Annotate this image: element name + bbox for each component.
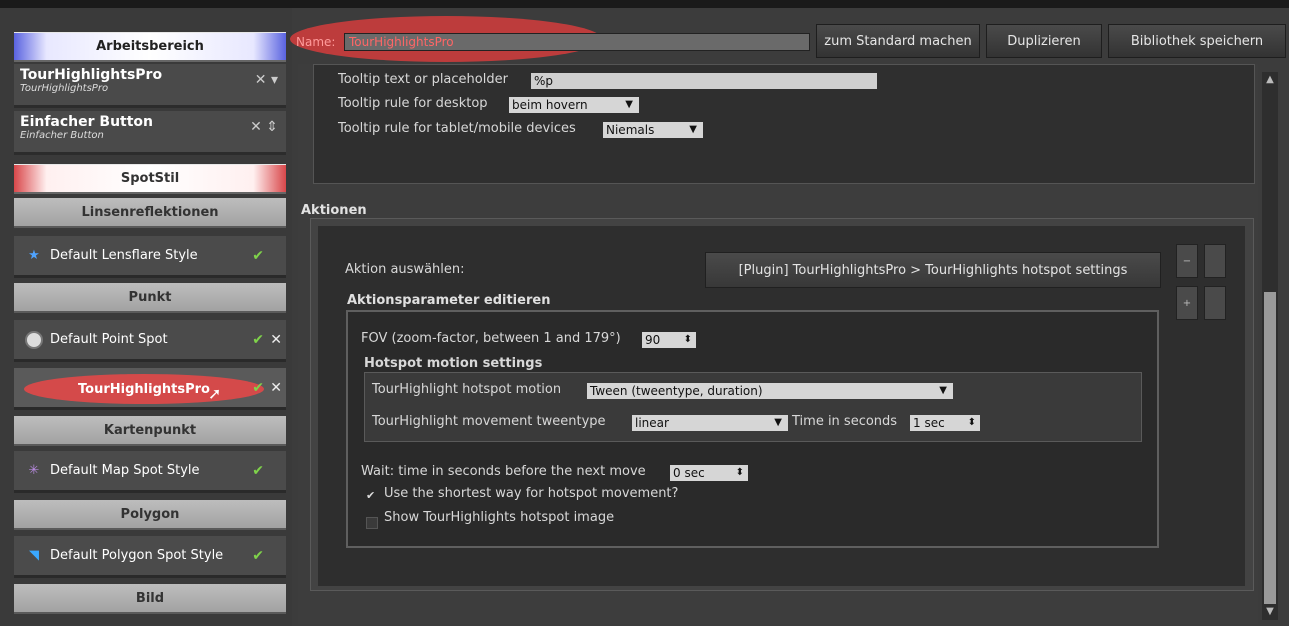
- point-circle-icon: [22, 330, 46, 349]
- tooltip-text-label: Tooltip text or placeholder: [338, 72, 508, 87]
- tooltip-desktop-select[interactable]: beim hovern ▼: [509, 97, 639, 113]
- delete-icon[interactable]: ✕: [270, 332, 282, 348]
- tooltip-text-input[interactable]: %p: [531, 73, 877, 89]
- mouse-cursor-icon: ➚: [208, 384, 222, 403]
- polygon-triangle-icon: ◥: [29, 548, 39, 563]
- remove-reorder-icon[interactable]: ✕ ⇕: [250, 119, 278, 135]
- spinner-value: 90: [645, 333, 661, 347]
- style-item-lensflare[interactable]: ★ Default Lensflare Style ✔: [14, 236, 286, 278]
- add-action-button[interactable]: +: [1176, 286, 1198, 320]
- action-select-button[interactable]: [Plugin] TourHighlightsPro > TourHighlig…: [705, 252, 1161, 288]
- spinner-arrows-icon: ⬍: [735, 467, 744, 478]
- motion-select[interactable]: Tween (tweentype, duration) ▼: [587, 383, 953, 399]
- section-label: Kartenpunkt: [103, 422, 197, 438]
- style-label: TourHighlightsPro: [78, 381, 210, 397]
- vertical-scrollbar[interactable]: ▲ ▼: [1262, 72, 1278, 620]
- scrollbar-thumb[interactable]: [1264, 292, 1276, 604]
- style-label: Default Lensflare Style: [50, 248, 198, 263]
- save-library-button[interactable]: Bibliothek speichern: [1108, 24, 1286, 58]
- remove-collapse-icon[interactable]: ✕ ▾: [255, 72, 278, 88]
- wait-spinner[interactable]: 0 sec ⬍: [670, 465, 748, 481]
- params-title: Aktionsparameter editieren: [347, 293, 551, 308]
- select-value: linear: [635, 416, 669, 430]
- motion-title: Hotspot motion settings: [364, 356, 543, 371]
- select-value: Tween (tweentype, duration): [590, 384, 763, 398]
- dropdown-arrow-icon: ▼: [939, 385, 947, 396]
- wait-label: Wait: time in seconds before the next mo…: [361, 464, 646, 479]
- time-spinner[interactable]: 1 sec ⬍: [910, 415, 980, 431]
- tween-select[interactable]: linear ▼: [632, 415, 788, 431]
- fov-label: FOV (zoom-factor, between 1 and 179°): [361, 331, 621, 346]
- active-style-highlight: TourHighlightsPro: [24, 374, 264, 404]
- section-point[interactable]: Punkt: [14, 283, 286, 313]
- dropdown-arrow-icon: ▼: [625, 99, 633, 110]
- style-label: Default Point Spot: [50, 332, 168, 347]
- spot-style-button[interactable]: SpotStil: [14, 164, 286, 194]
- library-item-tourhighlightspro[interactable]: TourHighlightsPro TourHighlightsPro ✕ ▾: [14, 64, 286, 108]
- section-label: Polygon: [120, 506, 180, 522]
- section-lensflare[interactable]: Linsenreflektionen: [14, 198, 286, 228]
- section-label: Punkt: [128, 289, 172, 305]
- library-title: Einfacher Button: [20, 114, 154, 130]
- library-title: TourHighlightsPro: [20, 67, 163, 83]
- spinner-value: 0 sec: [673, 466, 705, 480]
- spinner-arrows-icon: ⬍: [967, 417, 976, 428]
- section-label: Bild: [135, 590, 165, 606]
- workspace-button[interactable]: Arbeitsbereich: [14, 32, 286, 62]
- library-subtitle: Einfacher Button: [20, 130, 104, 141]
- window-top-edge: [0, 0, 1289, 8]
- shortest-way-checkbox[interactable]: ✔: [366, 490, 376, 501]
- style-label: Default Map Spot Style: [50, 463, 200, 478]
- action-select-label: Aktion auswählen:: [345, 262, 465, 277]
- motion-label: TourHighlight hotspot motion: [372, 382, 562, 397]
- dropdown-arrow-icon: ▼: [774, 417, 782, 428]
- style-item-polygon[interactable]: ◥ Default Polygon Spot Style ✔: [14, 536, 286, 578]
- name-label: Name:: [296, 35, 336, 49]
- select-value: Niemals: [606, 123, 655, 137]
- check-icon: ✔: [252, 462, 264, 479]
- fov-spinner[interactable]: 90 ⬍: [642, 332, 696, 348]
- delete-icon[interactable]: ✕: [270, 380, 282, 396]
- sparkle-icon: ✳: [28, 463, 40, 478]
- style-label: Default Polygon Spot Style: [50, 548, 224, 563]
- remove-action-button[interactable]: −: [1176, 244, 1198, 278]
- spinner-value: 1 sec: [913, 416, 945, 430]
- star-icon: ★: [28, 248, 40, 263]
- check-icon: ✔: [252, 380, 264, 396]
- section-label: Linsenreflektionen: [81, 204, 219, 220]
- library-item-einfacher-button[interactable]: Einfacher Button Einfacher Button ✕ ⇕: [14, 111, 286, 155]
- check-icon: ✔: [252, 247, 264, 264]
- action-slot-button[interactable]: [1204, 244, 1226, 278]
- action-slot-button-2[interactable]: [1204, 286, 1226, 320]
- section-mappoint[interactable]: Kartenpunkt: [14, 416, 286, 446]
- section-image[interactable]: Bild: [14, 584, 286, 614]
- tooltip-desktop-label: Tooltip rule for desktop: [338, 96, 488, 111]
- check-icon: ✔: [252, 547, 264, 564]
- library-subtitle: TourHighlightsPro: [20, 83, 109, 94]
- spot-style-label: SpotStil: [120, 171, 180, 186]
- style-item-point[interactable]: Default Point Spot ✔ ✕: [14, 320, 286, 362]
- spinner-arrows-icon: ⬍: [683, 334, 692, 345]
- workspace-label: Arbeitsbereich: [96, 39, 204, 54]
- duplicate-button[interactable]: Duplizieren: [986, 24, 1102, 58]
- time-label: Time in seconds: [792, 414, 898, 429]
- actions-title: Aktionen: [301, 203, 367, 218]
- make-default-button[interactable]: zum Standard machen: [816, 24, 980, 58]
- tooltip-mobile-label: Tooltip rule for tablet/mobile devices: [338, 121, 576, 136]
- shortest-way-label: Use the shortest way for hotspot movemen…: [384, 486, 679, 501]
- show-image-label: Show TourHighlights hotspot image: [384, 510, 615, 525]
- style-item-active[interactable]: TourHighlightsPro ➚ ✔ ✕: [14, 368, 286, 410]
- name-input[interactable]: TourHighlightsPro: [344, 33, 810, 51]
- select-value: beim hovern: [512, 98, 588, 112]
- section-polygon[interactable]: Polygon: [14, 500, 286, 530]
- scroll-down-icon[interactable]: ▼: [1262, 604, 1278, 620]
- sidebar: Arbeitsbereich TourHighlightsPro TourHig…: [0, 8, 292, 626]
- show-image-checkbox[interactable]: [366, 517, 378, 529]
- tooltip-mobile-select[interactable]: Niemals ▼: [603, 122, 703, 138]
- check-icon: ✔: [252, 331, 264, 348]
- dropdown-arrow-icon: ▼: [689, 124, 697, 135]
- scroll-up-icon[interactable]: ▲: [1262, 72, 1278, 88]
- tween-label: TourHighlight movement tweentype: [372, 414, 606, 429]
- style-item-map[interactable]: ✳ Default Map Spot Style ✔: [14, 451, 286, 493]
